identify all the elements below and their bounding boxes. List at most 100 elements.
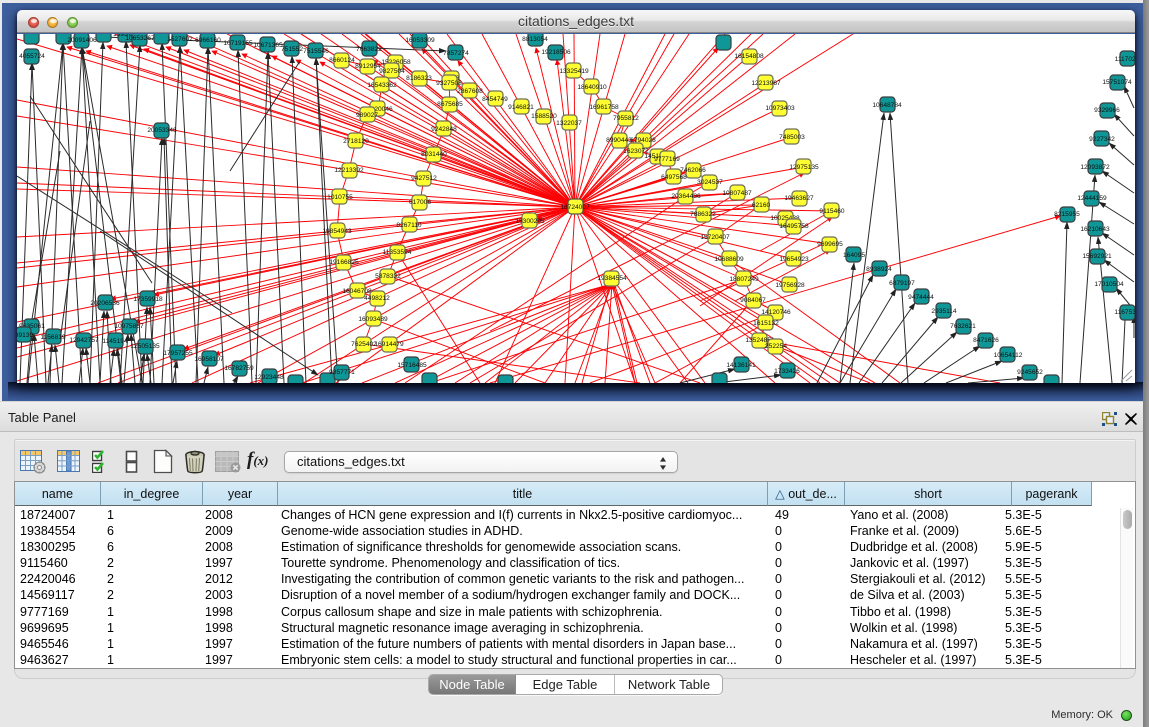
- svg-text:9242848: 9242848: [431, 126, 457, 133]
- svg-text:8186323: 8186323: [406, 75, 432, 82]
- svg-text:1117023: 1117023: [1115, 56, 1135, 63]
- svg-text:9827504: 9827504: [379, 68, 405, 75]
- svg-text:16210643: 16210643: [1080, 226, 1110, 233]
- svg-text:1145194: 1145194: [102, 338, 128, 345]
- svg-text:16961758: 16961758: [589, 104, 619, 111]
- svg-text:9427512: 9427512: [411, 175, 437, 182]
- svg-text:617006: 617006: [409, 199, 431, 206]
- svg-text:11353594: 11353594: [383, 249, 412, 256]
- svg-text:9327508: 9327508: [436, 80, 462, 87]
- svg-text:13325419: 13325419: [559, 68, 589, 75]
- svg-text:16495758: 16495758: [779, 223, 809, 230]
- svg-text:9329966: 9329966: [1094, 107, 1120, 114]
- svg-text:18807249: 18807249: [729, 276, 759, 283]
- svg-text:751552: 751552: [281, 46, 303, 53]
- svg-text:16782759: 16782759: [224, 365, 254, 372]
- svg-text:15716485: 15716485: [397, 362, 427, 369]
- svg-text:19654923: 19654923: [779, 256, 809, 263]
- svg-text:4498212: 4498212: [364, 295, 390, 302]
- svg-text:7663822: 7663822: [356, 46, 382, 53]
- svg-text:9146821: 9146821: [508, 104, 534, 111]
- svg-text:7886322: 7886322: [690, 211, 716, 218]
- svg-text:8813054: 8813054: [522, 36, 548, 43]
- svg-text:19166825: 19166825: [329, 259, 359, 266]
- svg-text:7857274: 7857274: [443, 50, 469, 57]
- svg-text:252254: 252254: [765, 343, 787, 350]
- svg-text:10973403: 10973403: [765, 105, 795, 112]
- svg-text:20206536: 20206536: [90, 300, 120, 307]
- svg-text:7955812: 7955812: [613, 115, 639, 122]
- svg-text:16053309: 16053309: [405, 37, 435, 44]
- svg-text:15751074: 15751074: [1102, 79, 1132, 86]
- svg-text:8471626: 8471626: [973, 337, 999, 344]
- svg-text:12923448: 12923448: [254, 374, 284, 381]
- svg-text:2935114: 2935114: [931, 308, 957, 315]
- svg-text:1322037: 1322037: [556, 120, 582, 127]
- svg-text:9245652: 9245652: [1017, 369, 1043, 376]
- svg-text:12505135: 12505135: [130, 343, 160, 350]
- svg-text:19384554: 19384554: [597, 275, 627, 282]
- svg-text:10653267: 10653267: [125, 35, 155, 42]
- svg-text:1615132: 1615132: [753, 320, 779, 327]
- svg-text:8660124: 8660124: [329, 57, 355, 64]
- svg-text:7632621: 7632621: [950, 323, 976, 330]
- svg-text:2718120: 2718120: [343, 138, 369, 145]
- svg-text:16046708: 16046708: [342, 288, 372, 295]
- svg-text:12975135: 12975135: [789, 164, 819, 171]
- svg-text:3024537: 3024537: [697, 179, 723, 186]
- svg-text:12093872: 12093872: [1080, 164, 1110, 171]
- svg-text:8990443: 8990443: [606, 137, 632, 144]
- svg-text:6879197: 6879197: [889, 280, 915, 287]
- svg-text:1527602: 1527602: [167, 36, 193, 43]
- svg-text:10648784: 10648784: [872, 102, 902, 109]
- svg-text:17359918: 17359918: [133, 296, 163, 303]
- svg-text:8912954: 8912954: [355, 63, 381, 70]
- svg-text:9227342: 9227342: [1089, 136, 1115, 143]
- svg-text:8938924: 8938924: [866, 266, 892, 273]
- svg-text:18640910: 18640910: [577, 84, 607, 91]
- svg-text:1010755: 1010755: [327, 194, 353, 201]
- svg-text:18300295: 18300295: [515, 218, 545, 225]
- svg-text:8031440: 8031440: [421, 151, 447, 158]
- svg-text:7625402: 7625402: [351, 341, 377, 348]
- svg-text:20091406: 20091406: [67, 37, 97, 44]
- svg-text:39139: 39139: [17, 332, 33, 339]
- svg-text:6497568: 6497568: [661, 174, 687, 181]
- svg-text:6966160: 6966160: [195, 37, 221, 44]
- svg-text:989027: 989027: [356, 112, 378, 119]
- svg-text:7462066: 7462066: [680, 167, 706, 174]
- svg-text:19218506: 19218506: [541, 49, 571, 56]
- svg-text:1167534: 1167534: [1114, 309, 1135, 316]
- svg-text:16958107: 16958107: [194, 356, 224, 363]
- svg-text:10654112: 10654112: [994, 352, 1023, 359]
- svg-text:19854943: 19854943: [322, 228, 352, 235]
- svg-text:16154808: 16154808: [734, 53, 764, 60]
- svg-text:9699695: 9699695: [817, 241, 843, 248]
- svg-text:9115460: 9115460: [819, 208, 845, 215]
- svg-text:9857771: 9857771: [329, 369, 355, 376]
- svg-text:4055724: 4055724: [19, 53, 45, 60]
- svg-text:18724007: 18724007: [560, 204, 590, 211]
- svg-text:8454749: 8454749: [482, 96, 508, 103]
- svg-text:12942757: 12942757: [69, 337, 99, 344]
- svg-text:62160: 62160: [752, 202, 771, 209]
- svg-text:8675685: 8675685: [437, 101, 463, 108]
- svg-text:10719155: 10719155: [223, 40, 253, 47]
- svg-text:7485003: 7485003: [779, 134, 805, 141]
- svg-text:9777169: 9777169: [654, 156, 680, 163]
- svg-text:20053346: 20053346: [147, 127, 177, 134]
- svg-text:10807487: 10807487: [722, 190, 752, 197]
- svg-text:16093489: 16093489: [358, 316, 388, 323]
- svg-text:16914479: 16914479: [374, 341, 404, 348]
- svg-text:12213392: 12213392: [334, 167, 364, 174]
- svg-text:1588520: 1588520: [531, 113, 557, 120]
- svg-text:8215955: 8215955: [1054, 211, 1080, 218]
- svg-text:9084067: 9084067: [740, 297, 766, 304]
- svg-text:19756928: 19756928: [775, 282, 805, 289]
- svg-text:164095: 164095: [843, 252, 865, 259]
- svg-text:15720407: 15720407: [700, 234, 730, 241]
- svg-text:17957255: 17957255: [163, 350, 193, 357]
- svg-text:7515546: 7515546: [303, 48, 329, 55]
- svg-text:2867608: 2867608: [457, 88, 483, 95]
- svg-text:17010504: 17010504: [1094, 281, 1124, 288]
